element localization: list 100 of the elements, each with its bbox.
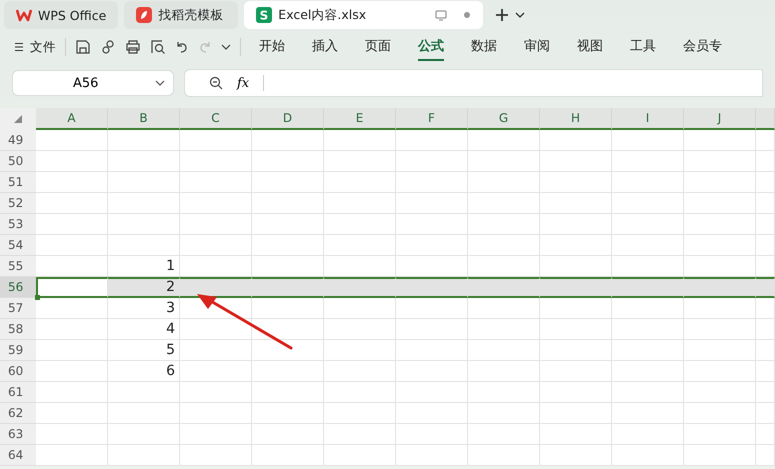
ribbon-tab[interactable]: 开始 [259,33,285,61]
row-header[interactable]: 60 [0,361,36,382]
column-header[interactable]: B [108,108,180,130]
document-tab[interactable]: S Excel内容.xlsx [244,1,484,29]
table-cell [324,424,396,445]
save-icon[interactable] [75,39,91,55]
row-header[interactable]: 51 [0,172,36,193]
table-cell [36,382,108,403]
table-cell [396,130,468,151]
table-cell [324,361,396,382]
undo-icon[interactable] [175,40,189,54]
select-all-icon[interactable] [14,115,22,123]
table-cell [324,298,396,319]
row-header[interactable]: 61 [0,382,36,403]
table-cell [396,298,468,319]
zoom-out-icon[interactable] [209,76,223,90]
table-cell [108,151,180,172]
table-cell [684,193,756,214]
table-cell [540,130,612,151]
table-cell [684,235,756,256]
table-cell [396,235,468,256]
column-header[interactable]: H [540,108,612,130]
fill-handle[interactable] [35,295,40,300]
print-preview-icon[interactable] [150,39,166,55]
table-cell [252,445,324,466]
table-cell [540,445,612,466]
row-header[interactable]: 62 [0,403,36,424]
ribbon-tab[interactable]: 公式 [418,33,444,61]
plus-icon[interactable] [495,8,510,22]
document-tab[interactable]: WPS Office [4,1,118,29]
row-header[interactable]: 54 [0,235,36,256]
table-cell: 5 [108,340,180,361]
row-header[interactable]: 57 [0,298,36,319]
table-cell [468,340,540,361]
print-icon[interactable] [125,39,141,55]
table-cell [108,403,180,424]
formula-field[interactable]: fx [184,69,763,97]
column-header[interactable]: I [612,108,684,130]
ribbon-tab[interactable]: 插入 [312,33,338,61]
table-cell [108,214,180,235]
table-cell [252,319,324,340]
leaf-logo-icon [136,7,152,23]
row-header[interactable]: 59 [0,340,36,361]
table-cell [396,361,468,382]
table-cell [540,319,612,340]
row-header[interactable]: 56 [0,277,36,298]
table-cell [180,403,252,424]
document-tab[interactable]: 找稻壳模板 [124,1,238,29]
table-cell [468,193,540,214]
table-cell [36,172,108,193]
row-header[interactable]: 49 [0,130,36,151]
column-header[interactable]: E [324,108,396,130]
row-header[interactable]: 50 [0,151,36,172]
chevron-down-icon[interactable] [515,11,526,19]
table-cell [396,382,468,403]
table-cell [468,235,540,256]
table-cell [108,445,180,466]
column-header[interactable] [756,108,775,130]
ribbon-tab[interactable]: 审阅 [524,33,550,61]
spreadsheet-logo-icon: S [256,7,272,23]
row-header[interactable]: 52 [0,193,36,214]
name-box[interactable]: A56 [12,70,174,96]
file-menu-button[interactable]: 文件 [14,38,56,56]
column-header[interactable]: C [180,108,252,130]
table-cell [612,130,684,151]
function-button[interactable]: fx [237,76,250,90]
table-cell [540,193,612,214]
row-header[interactable]: 64 [0,445,36,466]
table-cell: 3 [108,298,180,319]
ribbon-tab[interactable]: 数据 [471,33,497,61]
table-cell [396,151,468,172]
column-header[interactable]: F [396,108,468,130]
monitor-icon[interactable] [435,10,448,20]
row-header[interactable]: 58 [0,319,36,340]
ribbon-tab[interactable]: 页面 [365,33,391,61]
table-cell [540,403,612,424]
row-header[interactable]: 53 [0,214,36,235]
row-header[interactable]: 55 [0,256,36,277]
table-cell [180,193,252,214]
table-cell [684,214,756,235]
table-cell [180,424,252,445]
table-cell [180,340,252,361]
table-cell [108,235,180,256]
column-header[interactable]: D [252,108,324,130]
row-header[interactable]: 63 [0,424,36,445]
column-header[interactable]: G [468,108,540,130]
table-cell [36,214,108,235]
column-header[interactable]: J [684,108,756,130]
table-cell [180,361,252,382]
column-header[interactable]: A [36,108,108,130]
ribbon-tab[interactable]: 工具 [630,33,656,61]
ribbon-tab[interactable]: 会员专 [683,33,722,61]
table-cell [612,298,684,319]
ribbon-tab[interactable]: 视图 [577,33,603,61]
table-cell [540,214,612,235]
table-cell [612,319,684,340]
table-cell [468,298,540,319]
chevron-down-icon[interactable] [221,43,231,51]
table-cell [252,193,324,214]
table-cell [684,151,756,172]
